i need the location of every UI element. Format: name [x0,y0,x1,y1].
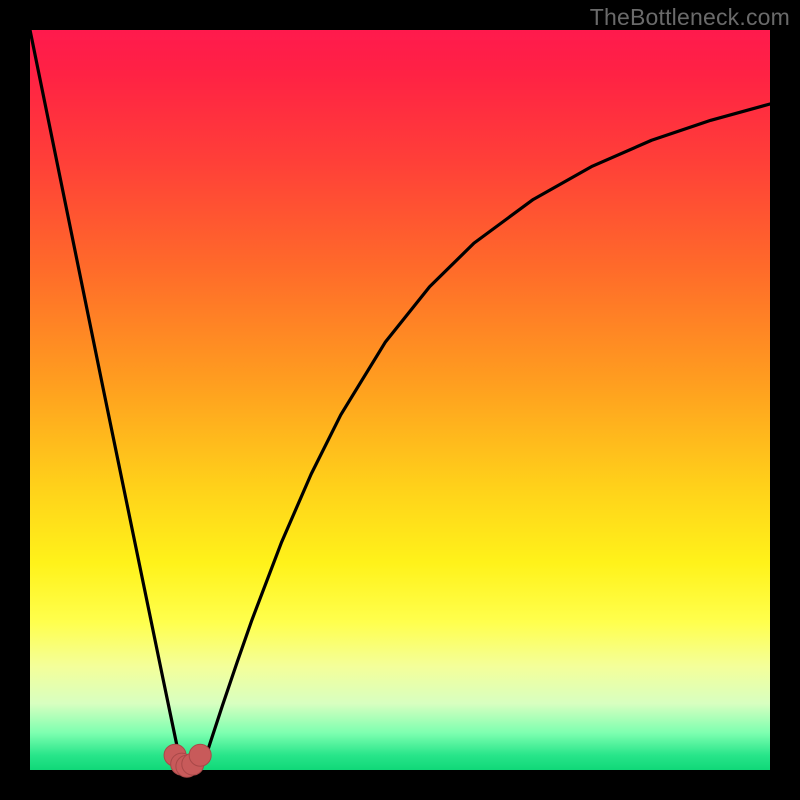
bottleneck-curve [30,30,770,767]
watermark-text: TheBottleneck.com [590,4,790,31]
chart-svg [30,30,770,770]
valley-markers [164,744,211,777]
valley-marker [189,744,211,766]
chart-frame: TheBottleneck.com [0,0,800,800]
plot-area [30,30,770,770]
